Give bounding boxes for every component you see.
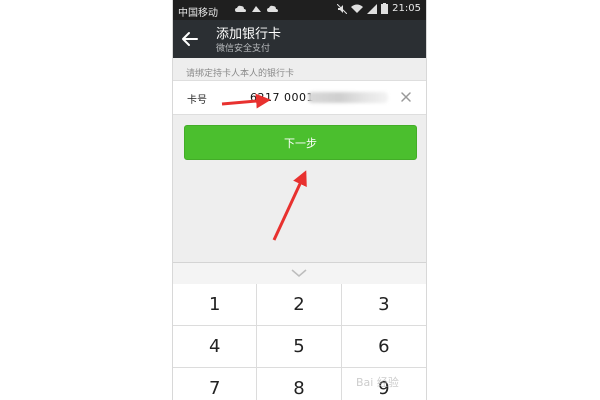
key-5[interactable]: 5 [257,326,342,368]
key-8[interactable]: 8 [257,368,342,400]
card-number-row[interactable]: 卡号 6217 0001 [173,80,426,115]
page-subtitle: 微信安全支付 [216,44,271,54]
chevron-down-icon[interactable] [288,267,310,279]
card-number-redaction [308,92,388,103]
key-7[interactable]: 7 [173,368,258,400]
wifi-icon [351,4,364,13]
page-title: 添加银行卡 [216,27,282,42]
clock: 21:05 [392,3,421,14]
close-icon[interactable] [400,91,412,103]
card-number-label: 卡号 [187,95,207,106]
notification-icon [252,6,261,12]
signal-icon [367,3,378,14]
phone-screen: 中国移动 21:05 添加银行卡 微信安全支付 请绑定持卡人本人的银行卡 卡号 … [173,0,426,400]
card-number-field[interactable]: 6217 0001 [250,91,314,104]
app-header: 添加银行卡 微信安全支付 [173,20,426,58]
back-arrow-icon[interactable] [181,30,199,48]
key-3[interactable]: 3 [341,284,426,326]
mute-icon [337,3,348,14]
key-4[interactable]: 4 [173,326,258,368]
form-hint: 请绑定持卡人本人的银行卡 [186,69,295,79]
key-6[interactable]: 6 [341,326,426,368]
watermark-logo: Bai 经验 [356,376,399,389]
carrier-name: 中国移动 [178,8,218,19]
status-bar: 中国移动 21:05 [173,0,426,20]
cloud-icon [235,5,246,12]
key-2[interactable]: 2 [257,284,342,326]
cloud-icon [267,5,278,12]
battery-icon [381,3,389,14]
next-step-button[interactable]: 下一步 [184,125,417,160]
key-1[interactable]: 1 [173,284,258,326]
